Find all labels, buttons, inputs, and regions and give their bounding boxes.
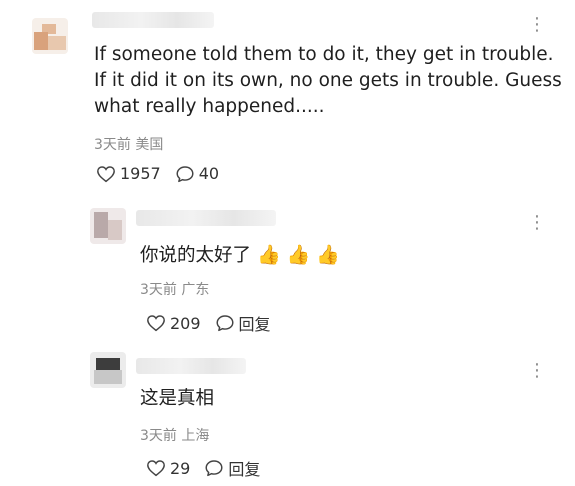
like-count: 1957 [120,164,161,183]
comment-text-line: If someone told them to do it, they get … [94,44,554,65]
username-redacted [136,210,276,226]
reply-button[interactable]: 40 [175,164,219,183]
username-redacted [92,12,214,28]
like-count: 29 [170,458,191,478]
heart-icon [147,460,165,477]
like-button[interactable]: 29 [146,459,190,478]
avatar[interactable] [90,208,126,244]
comment-bubble-icon [205,460,223,477]
more-options-icon[interactable]: ⋮ [528,16,547,34]
comment-bubble-icon [216,315,234,332]
comment-text: If someone told them to do it, they get … [94,42,562,120]
comment-meta: 3天前 广东 [140,282,210,298]
comment-text: 这是真相 [140,388,215,409]
heart-icon [147,315,165,332]
reply-button[interactable]: 回复 [215,311,271,335]
like-button[interactable]: 1957 [96,164,161,183]
like-button[interactable]: 209 [146,314,201,333]
reply-count: 40 [198,164,220,183]
reply-button[interactable]: 回复 [204,456,260,480]
comment-text-line: If it did it on its own, no one gets in … [94,70,562,91]
avatar[interactable] [90,352,126,388]
comment-actions: 209 回复 [146,311,285,335]
comment-actions: 1957 40 [96,164,233,183]
username-redacted [136,358,246,374]
more-options-icon[interactable]: ⋮ [528,362,547,380]
comment-text-line: what really happened..... [94,96,325,117]
more-options-icon[interactable]: ⋮ [528,214,547,232]
thumbs-up-emoji: 👍 [257,244,281,266]
like-count: 209 [170,313,201,333]
reply-label: 回复 [228,460,261,479]
comment-bubble-icon [176,165,194,182]
comment-meta: 3天前 美国 [94,137,164,153]
comment-meta: 3天前 上海 [140,428,210,444]
reply-label: 回复 [238,315,271,334]
avatar[interactable] [32,18,68,54]
thumbs-up-emoji: 👍 [286,244,311,266]
comment-text-content: 你说的太好了 [140,245,252,266]
thumbs-up-emoji: 👍 [316,244,341,266]
comment-actions: 29 回复 [146,456,274,480]
comment-text: 你说的太好了 👍 👍 👍 [140,242,340,269]
heart-icon [97,165,115,182]
